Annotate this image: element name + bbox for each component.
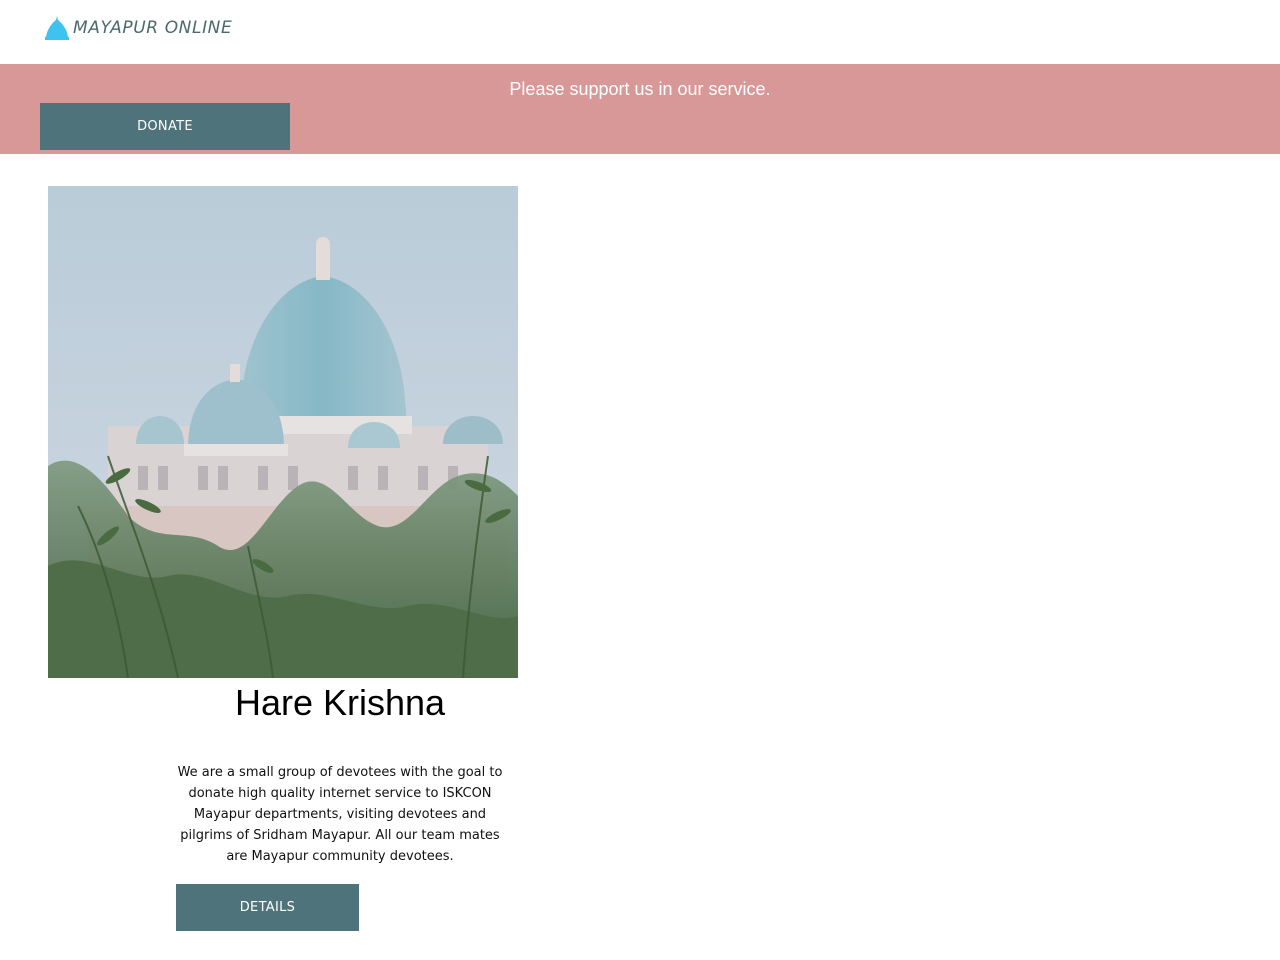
site-header: MAYAPUR ONLINE — [0, 0, 1280, 64]
temple-dome-icon — [45, 16, 69, 40]
about-description: We are a small group of devotees with th… — [177, 765, 503, 864]
temple-domes-photo — [48, 186, 518, 678]
details-button[interactable]: DETAILS — [176, 884, 359, 931]
logo-text: MAYAPUR ONLINE — [73, 18, 233, 38]
site-logo[interactable]: MAYAPUR ONLINE — [44, 14, 232, 42]
donate-button[interactable]: DONATE — [40, 103, 290, 150]
hero-image — [48, 186, 518, 678]
support-message: Please support us in our service. — [509, 79, 771, 99]
page-heading: Hare Krishna — [234, 682, 446, 723]
